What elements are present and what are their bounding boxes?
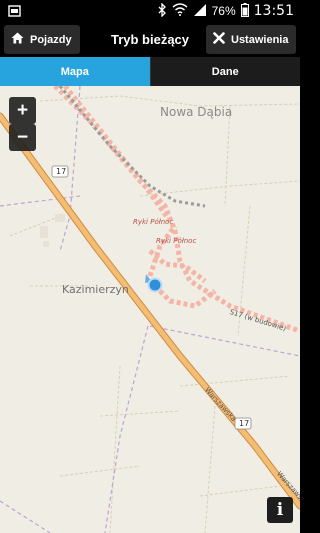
zoom-out-button[interactable]: − bbox=[9, 124, 36, 151]
road-label-ryki-polnoc-2: Ryki Północ bbox=[156, 237, 197, 245]
tab-map[interactable]: Mapa bbox=[0, 57, 150, 86]
settings-button-label: Ustawienia bbox=[231, 33, 289, 46]
road-shield-17-bottom: 17 bbox=[239, 419, 250, 428]
info-button[interactable]: i bbox=[267, 497, 293, 523]
battery-percent: 76% bbox=[211, 4, 236, 18]
road-label-ryki-polnoc-1: Ryki Północ bbox=[133, 218, 174, 226]
wifi-icon bbox=[172, 3, 188, 19]
vehicles-button-label: Pojazdy bbox=[30, 33, 72, 46]
road-shield-17-top: 17 bbox=[56, 167, 67, 176]
map-canvas bbox=[0, 86, 300, 533]
notification-icon bbox=[8, 4, 22, 23]
tab-data[interactable]: Dane bbox=[149, 57, 300, 86]
map-view[interactable]: Nowa Dąbia Ryki Północ Ryki Północ Kazim… bbox=[0, 86, 300, 533]
battery-icon bbox=[240, 2, 249, 20]
home-icon bbox=[11, 32, 24, 47]
page-title: Tryb bieżący bbox=[110, 32, 190, 47]
bluetooth-icon bbox=[157, 1, 167, 20]
tab-bar: Mapa Dane bbox=[0, 57, 300, 86]
vehicles-button[interactable]: Pojazdy bbox=[4, 25, 80, 54]
status-bar: 76% 13:51 bbox=[0, 0, 300, 22]
place-label-nowa-dabia: Nowa Dąbia bbox=[160, 105, 233, 119]
settings-button[interactable]: Ustawienia bbox=[206, 25, 296, 54]
place-label-kazimierzyn: Kazimierzyn bbox=[62, 283, 129, 296]
action-bar: Pojazdy Tryb bieżący Ustawienia bbox=[0, 22, 300, 57]
signal-icon bbox=[193, 3, 207, 19]
zoom-in-button[interactable]: + bbox=[9, 97, 36, 124]
clock: 13:51 bbox=[253, 3, 294, 19]
close-icon bbox=[213, 32, 225, 47]
